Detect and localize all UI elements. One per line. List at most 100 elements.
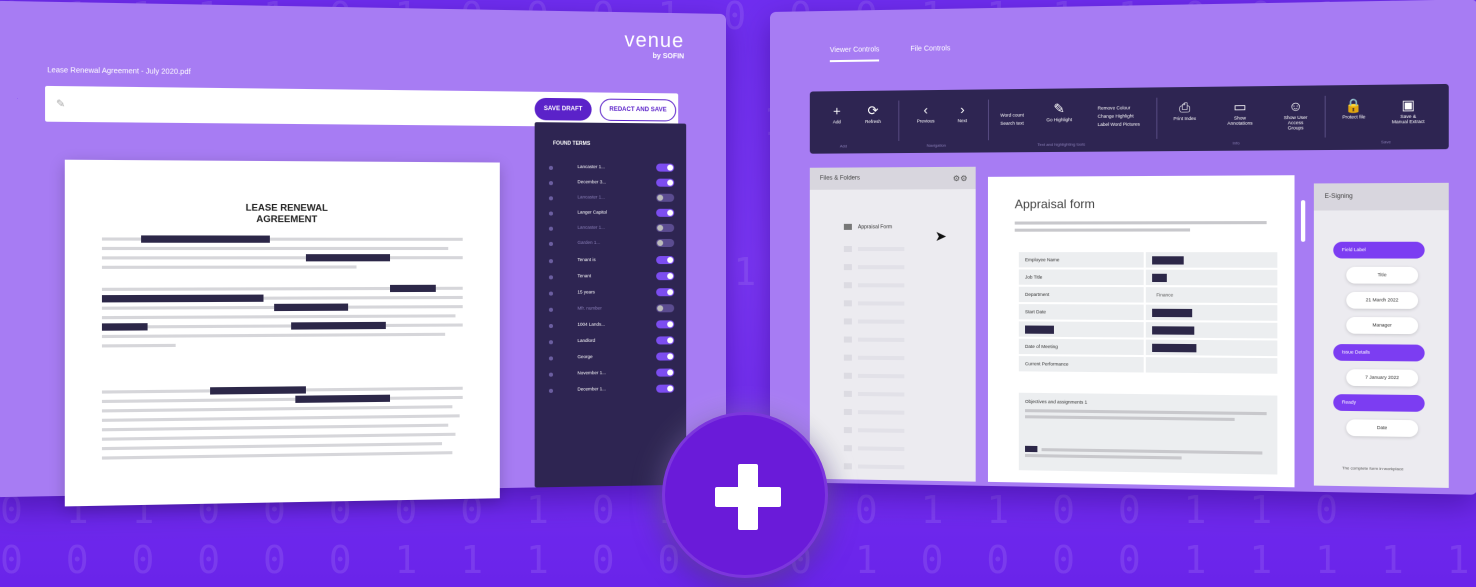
file-row[interactable] bbox=[843, 408, 935, 416]
print-index-button[interactable]: ⎙ Print Index bbox=[1169, 99, 1201, 121]
found-term-row[interactable]: Langer Capitol bbox=[548, 208, 675, 218]
page-heading: LEASE RENEWAL AGREEMENT bbox=[212, 202, 360, 225]
found-term-row[interactable]: Tenant bbox=[548, 272, 675, 282]
toggle-switch[interactable] bbox=[656, 238, 675, 247]
file-row[interactable] bbox=[843, 445, 935, 452]
show-annotations-button[interactable]: ▭ Show Annotations bbox=[1224, 99, 1256, 126]
document-icon: ⎙ bbox=[1179, 99, 1191, 115]
refresh-button[interactable]: ⟳ Refresh bbox=[858, 103, 888, 124]
toolbar-search-text[interactable]: Search text bbox=[1000, 120, 1023, 127]
toolbar-colour-2[interactable]: Change Highlight bbox=[1098, 112, 1134, 120]
lock-icon: 🔒 bbox=[1345, 97, 1363, 114]
refresh-icon: ⟳ bbox=[867, 102, 879, 119]
found-term-row[interactable]: 15 years bbox=[548, 288, 675, 299]
toggle-switch[interactable] bbox=[656, 336, 675, 345]
signing-field[interactable]: Manager bbox=[1346, 316, 1419, 335]
signing-field[interactable]: Ready bbox=[1333, 394, 1425, 412]
toggle-switch[interactable] bbox=[656, 163, 675, 172]
toggle-switch[interactable] bbox=[656, 208, 675, 217]
toolbar-colour-1[interactable]: Remove Colour bbox=[1098, 104, 1131, 112]
found-term-row[interactable]: Lancaster 1... bbox=[548, 193, 675, 204]
signing-field[interactable]: 21 March 2022 bbox=[1346, 291, 1419, 309]
toggle-switch[interactable] bbox=[656, 272, 675, 281]
files-title: Files & Folders bbox=[819, 175, 860, 182]
toggle-switch[interactable] bbox=[656, 193, 675, 202]
pen-icon[interactable]: ✎ bbox=[56, 99, 65, 111]
found-term-row[interactable]: Lancaster 1... bbox=[548, 223, 675, 234]
table-row: Employee Name bbox=[1018, 252, 1278, 270]
file-row[interactable] bbox=[843, 245, 935, 253]
group-label: Save bbox=[1380, 139, 1391, 145]
toggle-switch[interactable] bbox=[656, 223, 675, 232]
toggle-switch[interactable] bbox=[656, 256, 675, 265]
highlight-button[interactable]: ✎ Go Highlight bbox=[1044, 101, 1075, 123]
toolbar-colour-3[interactable]: Label Word Pictures bbox=[1098, 121, 1140, 129]
venue-logo: venue by SOFIN bbox=[624, 29, 684, 65]
signing-field[interactable]: 7 January 2022 bbox=[1346, 369, 1419, 387]
signing-field[interactable]: Issue Details bbox=[1333, 344, 1425, 362]
signing-field[interactable]: Date bbox=[1346, 419, 1419, 438]
toggle-switch[interactable] bbox=[656, 178, 675, 187]
found-term-row[interactable]: December 1... bbox=[548, 384, 675, 396]
toggle-switch[interactable] bbox=[656, 288, 675, 297]
files-header: Files & Folders ⚙⚙ bbox=[809, 166, 976, 190]
found-term-row[interactable]: December 3... bbox=[548, 178, 675, 189]
user-icon: ☺ bbox=[1288, 98, 1303, 114]
file-row[interactable] bbox=[843, 354, 935, 362]
selected-file-row[interactable]: Appraisal Form bbox=[843, 223, 892, 230]
toggle-switch[interactable] bbox=[656, 352, 675, 361]
signing-panel: E-Signing Field Label Title 21 March 202… bbox=[1313, 182, 1449, 488]
group-label: Navigation bbox=[926, 142, 946, 148]
group-label: Text and highlighting tools bbox=[1037, 141, 1086, 147]
found-term-row[interactable]: Tenant is bbox=[548, 256, 675, 266]
table-row: Current Performance bbox=[1018, 356, 1278, 376]
appraisal-description bbox=[1014, 221, 1267, 236]
redact-and-save-button[interactable]: REDACT AND SAVE bbox=[599, 98, 677, 122]
file-row[interactable] bbox=[843, 390, 935, 398]
pencil-icon: ✎ bbox=[1053, 100, 1065, 117]
table-row: Start Date bbox=[1018, 304, 1278, 323]
settings-icon[interactable]: ⚙⚙ bbox=[953, 174, 968, 183]
scrollbar[interactable] bbox=[1300, 200, 1306, 242]
found-term-row[interactable]: 1004 Lands... bbox=[548, 320, 675, 331]
protect-file-button[interactable]: 🔒 Protect file bbox=[1338, 97, 1371, 119]
table-row: Department Finance bbox=[1018, 286, 1278, 306]
tab-viewer-controls[interactable]: Viewer Controls bbox=[829, 46, 880, 63]
appraisal-document: Appraisal form Employee Name Job Title D… bbox=[987, 175, 1295, 488]
add-button[interactable]: + Add bbox=[822, 103, 852, 124]
found-term-row[interactable]: George bbox=[548, 352, 675, 363]
next-button[interactable]: › Next bbox=[947, 102, 978, 124]
chevron-right-icon: › bbox=[960, 101, 965, 118]
file-row[interactable] bbox=[843, 427, 935, 434]
found-term-row[interactable]: Landlord bbox=[548, 336, 675, 347]
page-heading-line: AGREEMENT bbox=[256, 213, 318, 225]
save-draft-button[interactable]: SAVE DRAFT bbox=[534, 97, 592, 121]
tab-file-controls[interactable]: File Controls bbox=[910, 45, 950, 53]
toggle-switch[interactable] bbox=[656, 368, 675, 377]
toolbar-word-count[interactable]: Word count bbox=[1000, 111, 1024, 118]
signing-field[interactable]: Field Label bbox=[1333, 241, 1425, 259]
found-term-row[interactable]: Garden 1... bbox=[548, 238, 675, 249]
file-row[interactable] bbox=[843, 336, 935, 344]
table-row: Job Title bbox=[1018, 269, 1278, 288]
save-extract-button[interactable]: ▣ Save & Manual Extract bbox=[1392, 97, 1425, 124]
group-label: Add bbox=[839, 143, 848, 149]
file-row[interactable] bbox=[843, 463, 935, 471]
signing-field[interactable]: Title bbox=[1346, 266, 1419, 284]
file-row[interactable] bbox=[843, 318, 935, 325]
found-term-row[interactable]: November 1... bbox=[548, 368, 675, 379]
document-title: Lease Renewal Agreement - July 2020.pdf bbox=[47, 66, 191, 77]
toggle-switch[interactable] bbox=[656, 304, 675, 313]
file-row[interactable] bbox=[843, 264, 935, 271]
user-access-button[interactable]: ☺ Show User Access Groups bbox=[1279, 98, 1311, 131]
previous-button[interactable]: ‹ Previous bbox=[910, 102, 940, 124]
file-row[interactable] bbox=[843, 300, 935, 307]
file-row[interactable] bbox=[843, 282, 935, 289]
found-term-row[interactable]: Lancaster 1... bbox=[548, 163, 675, 174]
found-term-row[interactable]: Mfr. number bbox=[548, 304, 675, 315]
text-paragraph bbox=[101, 386, 463, 466]
toggle-switch[interactable] bbox=[656, 320, 675, 329]
file-row[interactable] bbox=[843, 372, 935, 380]
redaction-window: venue by SOFIN Lease Renewal Agreement -… bbox=[0, 0, 726, 507]
toggle-switch[interactable] bbox=[656, 384, 675, 393]
